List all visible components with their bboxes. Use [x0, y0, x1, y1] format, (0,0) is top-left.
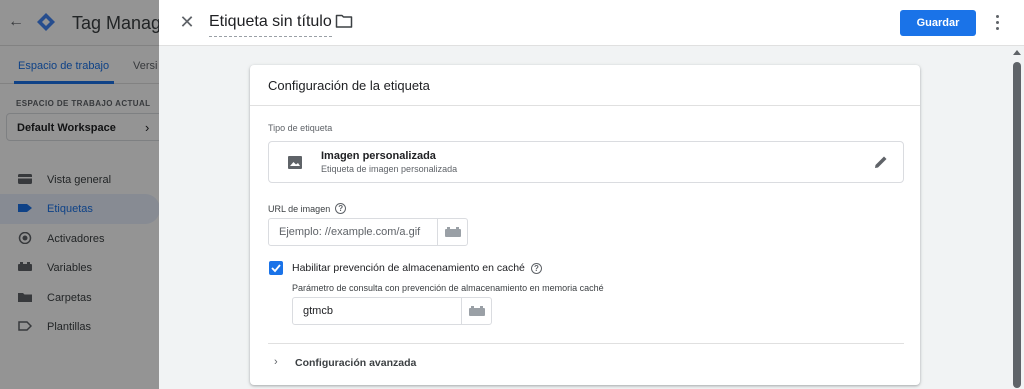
scrollbar[interactable] — [1010, 46, 1024, 389]
image-url-input[interactable] — [269, 219, 437, 245]
divider — [268, 343, 904, 344]
tag-editor-panel: ✕ Etiqueta sin título Guardar Configurac… — [159, 0, 1024, 389]
tag-type-label: Tipo de etiqueta — [268, 123, 333, 133]
help-icon[interactable]: ? — [530, 262, 542, 274]
card-title: Configuración de la etiqueta — [268, 78, 430, 93]
more-options-icon[interactable] — [989, 12, 1005, 34]
scrollbar-thumb[interactable] — [1013, 62, 1021, 388]
tag-configuration-card: Configuración de la etiqueta Tipo de eti… — [250, 65, 920, 385]
cache-busting-label[interactable]: Habilitar prevención de almacenamiento e… — [292, 262, 525, 274]
variable-brick-icon — [445, 227, 461, 237]
chevron-right-icon: › — [274, 356, 278, 368]
cache-param-input[interactable] — [293, 298, 461, 324]
cache-param-field — [292, 297, 492, 325]
editor-header: ✕ Etiqueta sin título Guardar — [159, 0, 1024, 46]
image-url-label: URL de imagen — [268, 203, 331, 214]
folder-icon[interactable] — [335, 13, 353, 29]
variable-brick-icon — [469, 306, 485, 316]
image-url-label-row: URL de imagen ? — [268, 203, 347, 214]
cache-busting-checkbox[interactable] — [269, 261, 283, 275]
tag-type-description: Etiqueta de imagen personalizada — [321, 164, 458, 174]
cache-param-label: Parámetro de consulta con prevención de … — [292, 283, 604, 293]
tag-type-selector[interactable]: Imagen personalizada Etiqueta de imagen … — [268, 141, 904, 183]
advanced-settings-toggle[interactable]: › Configuración avanzada — [268, 352, 568, 374]
image-icon — [288, 156, 302, 169]
variable-picker-button[interactable] — [437, 219, 467, 245]
help-icon[interactable]: ? — [335, 203, 347, 214]
tag-name-field[interactable]: Etiqueta sin título — [209, 13, 332, 37]
checkmark-icon — [271, 264, 281, 273]
scroll-up-icon[interactable] — [1013, 50, 1021, 55]
image-url-field — [268, 218, 468, 246]
cache-busting-label-row: Habilitar prevención de almacenamiento e… — [292, 262, 542, 274]
edit-pencil-icon[interactable] — [873, 154, 889, 170]
tag-type-name: Imagen personalizada — [321, 150, 436, 162]
advanced-settings-label: Configuración avanzada — [295, 357, 417, 369]
close-button[interactable]: ✕ — [177, 12, 197, 32]
save-button[interactable]: Guardar — [900, 10, 976, 36]
variable-picker-button[interactable] — [461, 298, 491, 324]
divider — [250, 105, 920, 106]
